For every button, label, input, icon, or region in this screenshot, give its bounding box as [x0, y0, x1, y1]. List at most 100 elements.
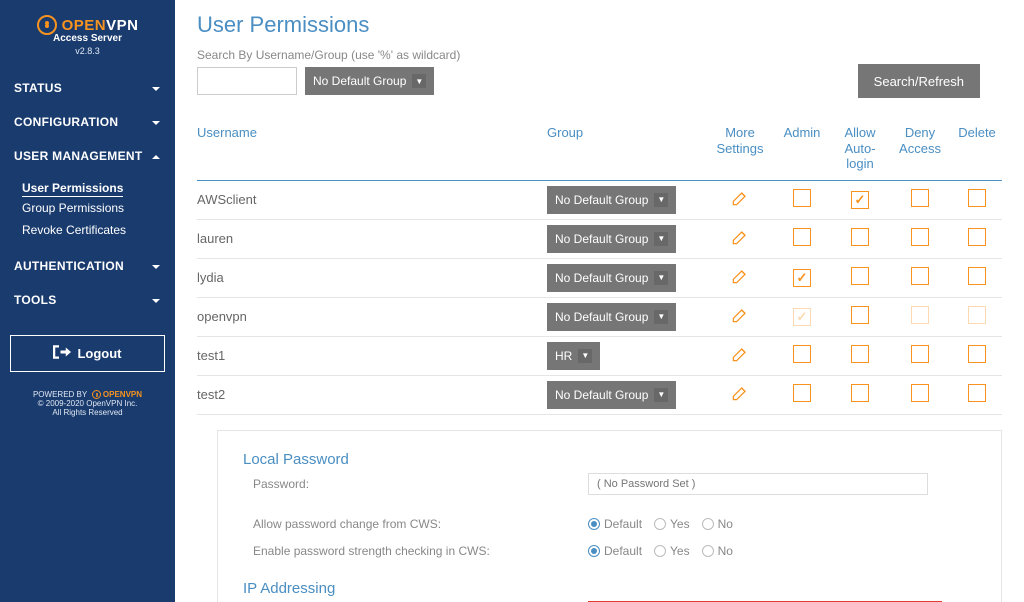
- brand-version: v2.8.3: [10, 46, 165, 56]
- table-header: Username Group MoreSettings Admin AllowA…: [197, 125, 1002, 181]
- cell-username: openvpn: [197, 309, 547, 324]
- th-group: Group: [547, 125, 707, 172]
- admin-checkbox[interactable]: [793, 345, 811, 363]
- dropdown-arrow-icon: ▼: [654, 271, 668, 285]
- dropdown-arrow-icon: ▼: [412, 74, 426, 88]
- admin-checkbox[interactable]: [793, 189, 811, 207]
- deny-access-checkbox[interactable]: [911, 228, 929, 246]
- delete-checkbox[interactable]: [968, 189, 986, 207]
- auto-login-checkbox[interactable]: [851, 306, 869, 324]
- table-row: test1HR▼: [197, 337, 1002, 376]
- table-row: AWSclientNo Default Group▼: [197, 181, 1002, 220]
- chevron-down-icon: [151, 83, 161, 93]
- cell-username: lydia: [197, 270, 547, 285]
- table-row: lydiaNo Default Group▼: [197, 259, 1002, 298]
- row-group-select[interactable]: No Default Group▼: [547, 264, 676, 292]
- nav-user-management[interactable]: USER MANAGEMENT: [0, 139, 175, 173]
- auto-login-checkbox[interactable]: [851, 267, 869, 285]
- chevron-down-icon: [151, 261, 161, 271]
- row-group-select[interactable]: HR▼: [547, 342, 600, 370]
- deny-access-checkbox[interactable]: [911, 384, 929, 402]
- delete-checkbox[interactable]: [968, 306, 986, 324]
- delete-checkbox[interactable]: [968, 345, 986, 363]
- more-settings-button[interactable]: [729, 383, 751, 405]
- th-delete: Delete: [951, 125, 1003, 172]
- row-group-select[interactable]: No Default Group▼: [547, 381, 676, 409]
- deny-access-checkbox[interactable]: [911, 306, 929, 324]
- auto-login-checkbox[interactable]: [851, 191, 869, 209]
- main-content: User Permissions Search By Username/Grou…: [175, 0, 1024, 602]
- dropdown-arrow-icon: ▼: [654, 232, 668, 246]
- delete-checkbox[interactable]: [968, 267, 986, 285]
- delete-checkbox[interactable]: [968, 228, 986, 246]
- logout-icon: [53, 345, 71, 362]
- brand-subtitle: Access Server: [10, 33, 165, 44]
- table-row: openvpnNo Default Group▼: [197, 298, 1002, 337]
- radio-strength-no[interactable]: No: [702, 544, 733, 558]
- more-settings-button[interactable]: [729, 305, 751, 327]
- dropdown-arrow-icon: ▼: [654, 193, 668, 207]
- group-filter-select[interactable]: No Default Group▼: [305, 67, 434, 95]
- radio-allow-change-no[interactable]: No: [702, 517, 733, 531]
- radio-allow-change-yes[interactable]: Yes: [654, 517, 690, 531]
- nav-authentication[interactable]: AUTHENTICATION: [0, 249, 175, 283]
- chevron-up-icon: [151, 151, 161, 161]
- cell-username: AWSclient: [197, 192, 547, 207]
- strength-label: Enable password strength checking in CWS…: [243, 544, 588, 558]
- more-settings-button[interactable]: [729, 188, 751, 210]
- logout-button[interactable]: Logout: [10, 335, 165, 372]
- dropdown-arrow-icon: ▼: [654, 310, 668, 324]
- deny-access-checkbox[interactable]: [911, 267, 929, 285]
- page-title: User Permissions: [197, 12, 1002, 38]
- chevron-down-icon: [151, 295, 161, 305]
- search-input[interactable]: [197, 67, 297, 95]
- th-username: Username: [197, 125, 547, 172]
- radio-allow-change-default[interactable]: Default: [588, 517, 642, 531]
- deny-access-checkbox[interactable]: [911, 345, 929, 363]
- openvpn-small-icon: [92, 390, 101, 399]
- row-group-select[interactable]: No Default Group▼: [547, 186, 676, 214]
- nav-tools[interactable]: TOOLS: [0, 283, 175, 317]
- admin-checkbox[interactable]: [793, 384, 811, 402]
- more-settings-button[interactable]: [729, 227, 751, 249]
- cell-username: test1: [197, 348, 547, 363]
- th-more-settings: MoreSettings: [707, 125, 773, 172]
- password-label: Password:: [243, 477, 588, 491]
- dropdown-arrow-icon: ▼: [578, 349, 592, 363]
- nav-configuration[interactable]: CONFIGURATION: [0, 105, 175, 139]
- auto-login-checkbox[interactable]: [851, 345, 869, 363]
- auto-login-checkbox[interactable]: [851, 228, 869, 246]
- more-settings-button[interactable]: [729, 344, 751, 366]
- table-row: test2No Default Group▼: [197, 376, 1002, 415]
- section-ip-addressing: IP Addressing: [243, 580, 976, 597]
- search-label: Search By Username/Group (use '%' as wil…: [197, 48, 1002, 62]
- admin-checkbox[interactable]: [793, 269, 811, 287]
- delete-checkbox[interactable]: [968, 384, 986, 402]
- radio-strength-default[interactable]: Default: [588, 544, 642, 558]
- cell-username: test2: [197, 387, 547, 402]
- auto-login-checkbox[interactable]: [851, 384, 869, 402]
- th-auto-login: AllowAuto-login: [831, 125, 889, 172]
- subnav-user-permissions[interactable]: User Permissions: [22, 177, 123, 197]
- brand-logo: OPENVPN Access Server v2.8.3: [0, 10, 175, 71]
- section-local-password: Local Password: [243, 451, 976, 468]
- admin-checkbox[interactable]: [793, 308, 811, 326]
- nav-status[interactable]: STATUS: [0, 71, 175, 105]
- row-group-select[interactable]: No Default Group▼: [547, 303, 676, 331]
- subnav-revoke-certificates[interactable]: Revoke Certificates: [22, 219, 175, 241]
- subnav-group-permissions[interactable]: Group Permissions: [22, 197, 175, 219]
- search-refresh-button[interactable]: Search/Refresh: [858, 64, 980, 98]
- cell-username: lauren: [197, 231, 547, 246]
- th-deny-access: DenyAccess: [889, 125, 951, 172]
- user-table: Username Group MoreSettings Admin AllowA…: [197, 125, 1002, 415]
- dropdown-arrow-icon: ▼: [654, 388, 668, 402]
- more-settings-button[interactable]: [729, 266, 751, 288]
- radio-strength-yes[interactable]: Yes: [654, 544, 690, 558]
- sidebar: OPENVPN Access Server v2.8.3 STATUS CONF…: [0, 0, 175, 602]
- row-group-select[interactable]: No Default Group▼: [547, 225, 676, 253]
- user-settings-panel: Local Password Password: Allow password …: [217, 430, 1002, 602]
- subnav-user-management: User Permissions Group Permissions Revok…: [0, 173, 175, 249]
- admin-checkbox[interactable]: [793, 228, 811, 246]
- deny-access-checkbox[interactable]: [911, 189, 929, 207]
- password-input[interactable]: [588, 473, 928, 495]
